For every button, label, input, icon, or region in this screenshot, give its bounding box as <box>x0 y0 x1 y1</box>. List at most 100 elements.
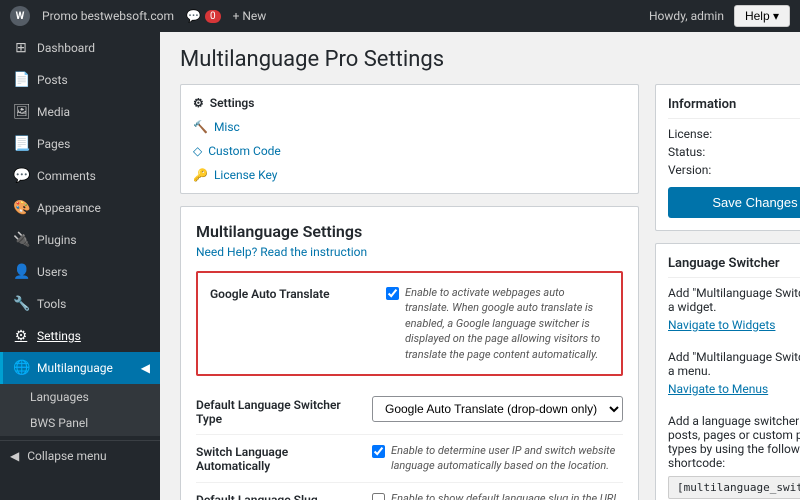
sidebar-item-label: Multilanguage <box>37 361 113 375</box>
sidebar-item-posts[interactable]: 📄 Posts <box>0 64 160 96</box>
sidebar-item-comments[interactable]: 💬 Comments <box>0 160 160 192</box>
switch-language-automatically-row: Switch Language Automatically Enable to … <box>196 435 623 483</box>
comments-icon: 💬 <box>13 168 29 184</box>
settings-nav-icon: ⚙ <box>193 96 204 110</box>
switch-language-checkbox[interactable] <box>372 445 385 458</box>
language-switcher-desc2: Add "Multilanguage Switcher" to a menu. <box>668 350 800 378</box>
wp-logo: W <box>10 6 30 26</box>
sidebar-item-settings[interactable]: ⚙ Settings <box>0 320 160 352</box>
switch-language-desc: Enable to determine user IP and switch w… <box>391 443 623 474</box>
need-help-text: Need Help? <box>196 245 257 259</box>
default-language-switcher-label: Default Language Switcher Type <box>196 396 356 426</box>
default-language-slug-control: Enable to show default language slug in … <box>372 491 623 500</box>
sidebar-item-label: Media <box>37 105 70 119</box>
sub-nav: ⚙ Settings 🔨 Misc ◇ Custom Code 🔑 Licens… <box>180 84 639 194</box>
settings-icon: ⚙ <box>13 328 29 344</box>
arrow-icon: ◀ <box>141 361 150 375</box>
sidebar-item-label: Comments <box>37 169 96 183</box>
sidebar-item-label: Tools <box>37 297 66 311</box>
subnav-license-key-label: License Key <box>214 168 278 182</box>
subnav-settings-label: Settings <box>210 96 255 110</box>
multilanguage-submenu: Languages BWS Panel <box>0 384 160 436</box>
sidebar-item-tools[interactable]: 🔧 Tools <box>0 288 160 320</box>
sidebar-item-label: Plugins <box>37 233 77 247</box>
main-content: Multilanguage Pro Settings ⚙ Settings 🔨 … <box>160 32 800 500</box>
save-changes-button[interactable]: Save Changes <box>668 187 800 218</box>
help-button[interactable]: Help ▾ <box>734 5 790 27</box>
sidebar-item-users[interactable]: 👤 Users <box>0 256 160 288</box>
default-language-slug-row: Default Language Slug Enable to show def… <box>196 483 623 500</box>
subnav-custom-code[interactable]: ◇ Custom Code <box>181 139 638 163</box>
sidebar-item-plugins[interactable]: 🔌 Plugins <box>0 224 160 256</box>
admin-bar-right: Howdy, admin Help ▾ <box>649 5 790 27</box>
posts-icon: 📄 <box>13 72 29 88</box>
content-left: ⚙ Settings 🔨 Misc ◇ Custom Code 🔑 Licens… <box>180 84 639 500</box>
sidebar-item-label: Pages <box>37 137 70 151</box>
settings-section-title: Multilanguage Settings <box>196 222 623 241</box>
license-key-nav-icon: 🔑 <box>193 168 208 182</box>
status-row: Status: Active <box>668 145 800 159</box>
subnav-misc[interactable]: 🔨 Misc <box>181 115 638 139</box>
admin-bar-site-name[interactable]: Promo bestwebsoft.com <box>42 9 174 23</box>
sidebar-item-label: Posts <box>37 73 68 87</box>
content-area: ⚙ Settings 🔨 Misc ◇ Custom Code 🔑 Licens… <box>180 84 780 500</box>
admin-bar-comments[interactable]: 💬 0 <box>186 9 221 23</box>
users-icon: 👤 <box>13 264 29 280</box>
default-language-switcher-row: Default Language Switcher Type Google Au… <box>196 388 623 435</box>
appearance-icon: 🎨 <box>13 200 29 216</box>
sidebar-subitem-bws-panel[interactable]: BWS Panel <box>0 410 160 436</box>
sidebar-item-label: Dashboard <box>37 41 95 55</box>
google-translate-checkbox-row: Enable to activate webpages auto transla… <box>386 285 609 362</box>
subnav-settings[interactable]: ⚙ Settings <box>181 91 638 115</box>
sidebar-item-label: Users <box>37 265 68 279</box>
default-language-slug-checkbox[interactable] <box>372 493 385 500</box>
version-label: Version: <box>668 163 711 177</box>
version-row: Version: 1.3.7 <box>668 163 800 177</box>
information-title: Information <box>668 97 800 119</box>
subnav-license-key[interactable]: 🔑 License Key <box>181 163 638 187</box>
read-instruction-link[interactable]: Read the instruction <box>260 245 367 259</box>
page-title: Multilanguage Pro Settings <box>180 47 780 72</box>
multilanguage-icon: 🌐 <box>13 360 29 376</box>
language-switcher-panel: Language Switcher Add "Multilanguage Swi… <box>655 243 800 500</box>
default-language-slug-checkbox-row: Enable to show default language slug in … <box>372 491 623 500</box>
admin-bar-new[interactable]: + New <box>233 9 267 23</box>
collapse-menu-button[interactable]: ◀ Collapse menu <box>0 440 160 471</box>
plugins-icon: 🔌 <box>13 232 29 248</box>
switch-language-automatically-label: Switch Language Automatically <box>196 443 356 473</box>
media-icon: 🖼 <box>13 104 29 120</box>
sidebar-item-dashboard[interactable]: ⊞ Dashboard <box>0 32 160 64</box>
sidebar-item-pages[interactable]: 📃 Pages <box>0 128 160 160</box>
default-language-switcher-select[interactable]: Google Auto Translate (drop-down only) F… <box>372 396 623 422</box>
navigate-to-menus-link[interactable]: Navigate to Menus <box>668 382 768 396</box>
language-switcher-title: Language Switcher <box>668 256 800 278</box>
settings-box: Multilanguage Settings Need Help? Read t… <box>180 206 639 500</box>
custom-code-nav-icon: ◇ <box>193 144 202 158</box>
collapse-label: Collapse menu <box>27 449 106 463</box>
layout: ⊞ Dashboard 📄 Posts 🖼 Media 📃 Pages 💬 Co… <box>0 32 800 500</box>
sidebar-item-appearance[interactable]: 🎨 Appearance <box>0 192 160 224</box>
google-translate-label: Google Auto Translate <box>210 285 370 301</box>
sidebar-item-media[interactable]: 🖼 Media <box>0 96 160 128</box>
switch-language-checkbox-row: Enable to determine user IP and switch w… <box>372 443 623 474</box>
default-language-slug-desc: Enable to show default language slug in … <box>391 491 622 500</box>
sidebar-subitem-languages[interactable]: Languages <box>0 384 160 410</box>
dashboard-icon: ⊞ <box>13 40 29 56</box>
pages-icon: 📃 <box>13 136 29 152</box>
navigate-to-widgets-link[interactable]: Navigate to Widgets <box>668 318 775 332</box>
tools-icon: 🔧 <box>13 296 29 312</box>
sidebar-item-multilanguage[interactable]: 🌐 Multilanguage ◀ <box>0 352 160 384</box>
google-auto-translate-section: Google Auto Translate Enable to activate… <box>196 271 623 376</box>
license-row: License: Pro <box>668 127 800 141</box>
google-translate-desc: Enable to activate webpages auto transla… <box>405 285 609 362</box>
subnav-custom-code-label: Custom Code <box>208 144 281 158</box>
default-language-switcher-control: Google Auto Translate (drop-down only) F… <box>372 396 623 422</box>
admin-bar-left: W Promo bestwebsoft.com 💬 0 + New <box>10 6 266 26</box>
misc-nav-icon: 🔨 <box>193 120 208 134</box>
settings-help-text: Need Help? Read the instruction <box>196 245 623 259</box>
shortcode-box: [multilanguage_switcher] <box>668 476 800 499</box>
collapse-icon: ◀ <box>10 449 19 463</box>
google-translate-checkbox[interactable] <box>386 287 399 300</box>
switch-language-automatically-control: Enable to determine user IP and switch w… <box>372 443 623 474</box>
comments-badge: 0 <box>205 10 221 23</box>
